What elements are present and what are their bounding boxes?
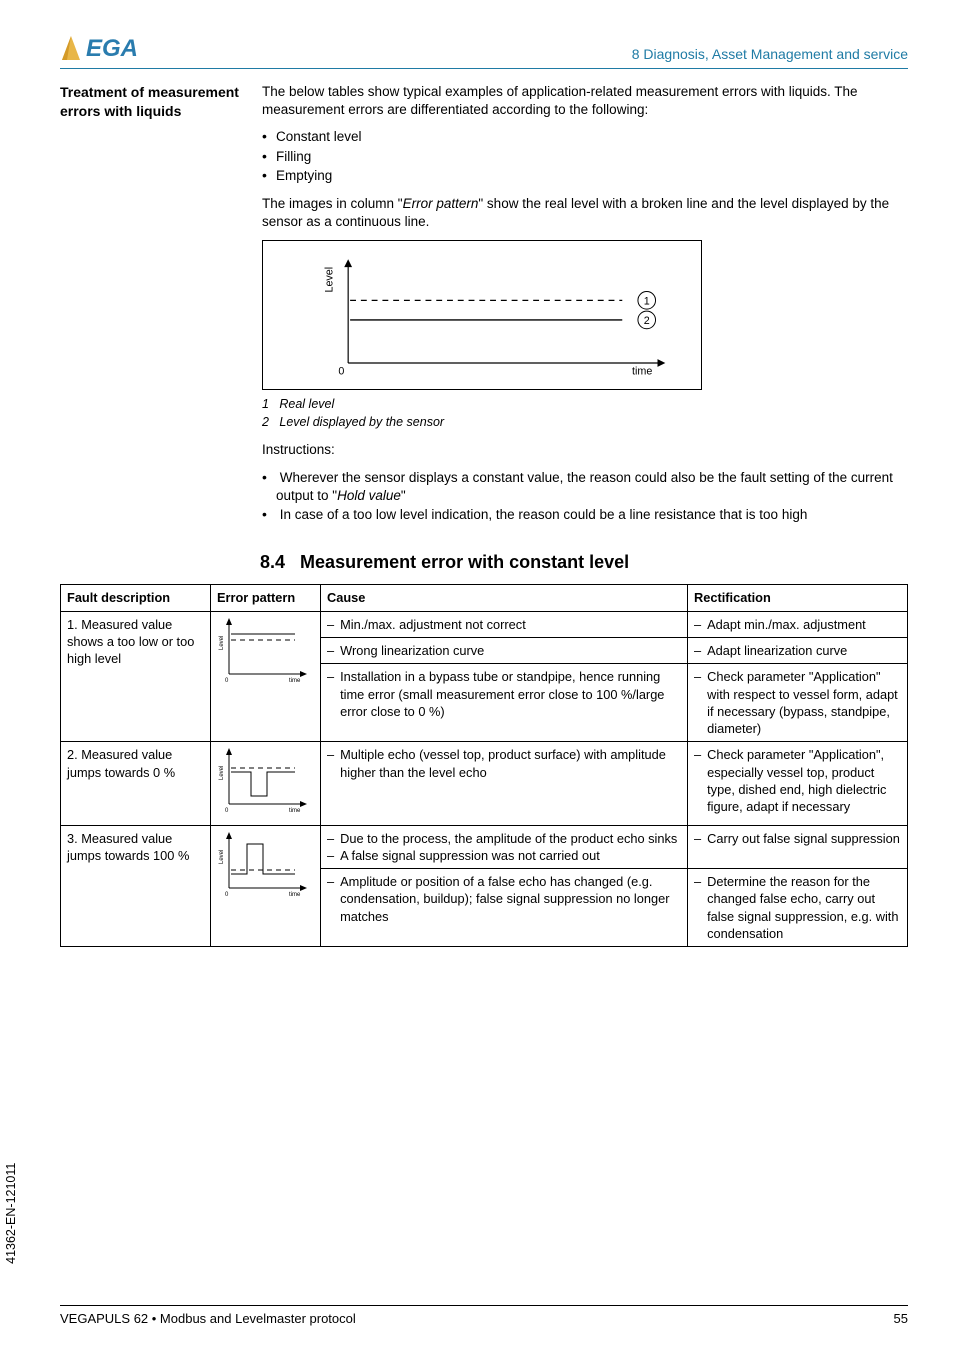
col-header-pattern: Error pattern: [211, 585, 321, 611]
table-row: 3. Measured value jumps towards 100 % Le…: [61, 825, 908, 869]
pattern-flat-icon: Level 0 time: [217, 616, 311, 686]
caption-num: 1: [262, 397, 269, 411]
doc-code-vertical: 41362-EN-121011: [3, 1163, 20, 1264]
svg-text:2: 2: [644, 314, 650, 326]
intro-paragraph: The below tables show typical examples o…: [262, 83, 908, 119]
list-item: Emptying: [276, 166, 908, 185]
instructions-list: Wherever the sensor displays a constant …: [262, 468, 908, 525]
svg-text:Level: Level: [323, 266, 335, 292]
cause-text: Min./max. adjustment not correct: [340, 616, 526, 633]
rect-cell: –Check parameter "Application", especial…: [688, 742, 908, 825]
svg-text:time: time: [289, 678, 301, 684]
rect-cell: –Adapt min./max. adjustment: [688, 611, 908, 637]
svg-text:0: 0: [225, 892, 229, 898]
svg-text:EGA: EGA: [86, 35, 138, 62]
footer-product: VEGAPULS 62 • Modbus and Levelmaster pro…: [60, 1310, 356, 1328]
rect-cell: –Check parameter "Application" with resp…: [688, 664, 908, 742]
error-pattern-cell: Level 0 time: [211, 611, 321, 742]
rect-text: Adapt min./max. adjustment: [707, 616, 866, 633]
chart-caption-1: 1 Real level: [262, 396, 908, 413]
fault-desc: 3. Measured value jumps towards 100 %: [61, 825, 211, 947]
rect-cell: –Adapt linearization curve: [688, 637, 908, 663]
level-time-chart: Level 0 time 1 2: [262, 240, 702, 390]
rect-text: Check parameter "Application", especiall…: [707, 746, 901, 815]
rect-cell: –Carry out false signal suppression: [688, 825, 908, 869]
rect-text: Check parameter "Application" with respe…: [707, 668, 901, 737]
cause-text: Wrong linearization curve: [340, 642, 484, 659]
rect-text: Adapt linearization curve: [707, 642, 847, 659]
error-pattern-cell: Level 0 time: [211, 742, 321, 825]
svg-text:time: time: [289, 892, 301, 898]
svg-text:time: time: [632, 365, 652, 377]
svg-text:Level: Level: [219, 635, 225, 649]
table-row: 2. Measured value jumps towards 0 % Leve…: [61, 742, 908, 825]
pattern-dip-icon: Level 0 time: [217, 746, 311, 816]
list-item: Filling: [276, 147, 908, 166]
italic-term: Error pattern: [403, 196, 479, 211]
fault-desc: 2. Measured value jumps towards 0 %: [61, 742, 211, 825]
svg-text:Level: Level: [219, 766, 225, 780]
col-header-desc: Fault description: [61, 585, 211, 611]
caption-num: 2: [262, 415, 269, 429]
error-pattern-cell: Level 0 time: [211, 825, 321, 947]
caption-text: Real level: [279, 397, 334, 411]
fault-table: Fault description Error pattern Cause Re…: [60, 584, 908, 947]
side-heading: Treatment of measurement errors with liq…: [60, 83, 250, 121]
cause-cell: –Min./max. adjustment not correct: [321, 611, 688, 637]
cause-text: Installation in a bypass tube or standpi…: [340, 668, 681, 720]
svg-text:time: time: [289, 808, 301, 814]
text: ": [401, 488, 406, 503]
footer-page-number: 55: [894, 1310, 908, 1328]
col-header-rect: Rectification: [688, 585, 908, 611]
cause-cell: –Amplitude or position of a false echo h…: [321, 869, 688, 947]
fault-desc: 1. Measured value shows a too low or too…: [61, 611, 211, 742]
chapter-title: 8 Diagnosis, Asset Management and servic…: [632, 45, 908, 64]
section-title: Measurement error with constant level: [300, 552, 629, 572]
section-heading: 8.4 Measurement error with constant leve…: [260, 550, 908, 574]
section-number: 8.4: [260, 552, 285, 572]
cause-text: Due to the process, the amplitude of the…: [340, 830, 677, 847]
cause-text: Amplitude or position of a false echo ha…: [340, 873, 681, 925]
cause-cell: –Due to the process, the amplitude of th…: [321, 825, 688, 869]
error-pattern-paragraph: The images in column "Error pattern" sho…: [262, 195, 908, 231]
text: In case of a too low level indication, t…: [280, 507, 808, 522]
intro-bullet-list: Constant level Filling Emptying: [262, 127, 908, 185]
cause-cell: –Wrong linearization curve: [321, 637, 688, 663]
cause-cell: –Installation in a bypass tube or standp…: [321, 664, 688, 742]
cause-cell: –Multiple echo (vessel top, product surf…: [321, 742, 688, 825]
chart-caption-2: 2 Level displayed by the sensor: [262, 414, 908, 431]
svg-text:0: 0: [225, 678, 229, 684]
cause-text: A false signal suppression was not carri…: [340, 847, 600, 864]
col-header-cause: Cause: [321, 585, 688, 611]
pattern-spike-icon: Level 0 time: [217, 830, 311, 900]
cause-text: Multiple echo (vessel top, product surfa…: [340, 746, 681, 781]
text: The images in column ": [262, 196, 403, 211]
instructions-label: Instructions:: [262, 441, 908, 459]
svg-text:0: 0: [338, 365, 344, 377]
svg-text:Level: Level: [219, 849, 225, 863]
rect-cell: –Determine the reason for the changed fa…: [688, 869, 908, 947]
rect-text: Determine the reason for the changed fal…: [707, 873, 901, 942]
list-item: In case of a too low level indication, t…: [276, 505, 908, 524]
italic-term: Hold value: [337, 488, 401, 503]
table-row: 1. Measured value shows a too low or too…: [61, 611, 908, 637]
rect-text: Carry out false signal suppression: [707, 830, 900, 847]
list-item: Wherever the sensor displays a constant …: [276, 468, 908, 505]
header-rule: [60, 68, 908, 69]
page-footer: VEGAPULS 62 • Modbus and Levelmaster pro…: [60, 1305, 908, 1328]
vega-logo: EGA: [60, 30, 170, 64]
svg-text:0: 0: [225, 808, 229, 814]
svg-text:1: 1: [644, 295, 650, 307]
caption-text: Level displayed by the sensor: [279, 415, 444, 429]
list-item: Constant level: [276, 127, 908, 146]
